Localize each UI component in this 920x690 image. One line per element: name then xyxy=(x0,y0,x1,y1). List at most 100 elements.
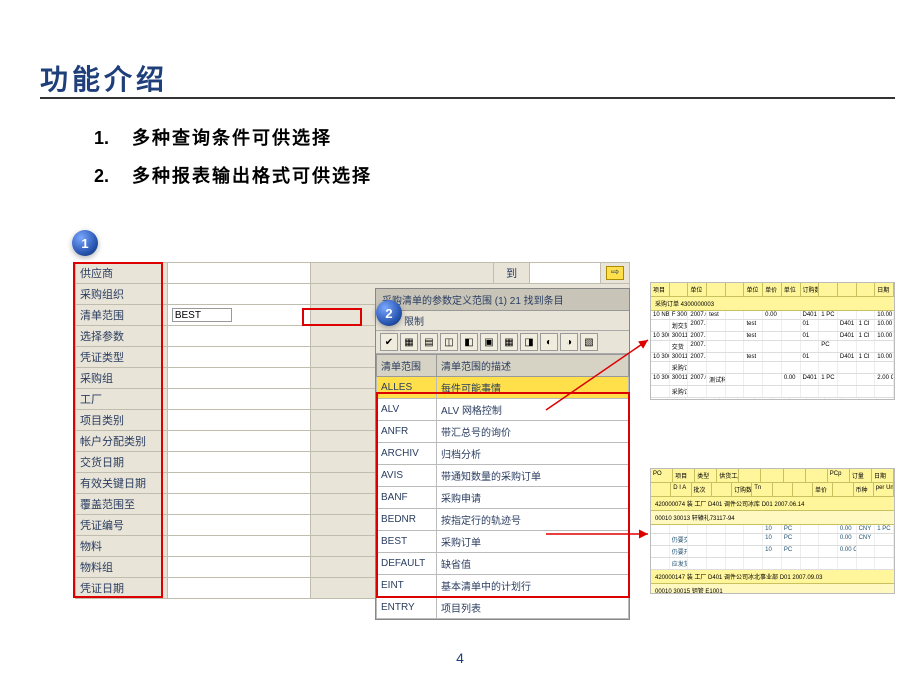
form-field-low[interactable] xyxy=(167,263,310,284)
form-field-low[interactable] xyxy=(167,410,310,431)
col-header: 项目 xyxy=(673,469,695,482)
form-field-low[interactable] xyxy=(167,389,310,410)
col-header xyxy=(784,469,806,482)
cell: 2007.10.7 xyxy=(688,332,707,340)
col-subheader: 订购数量 xyxy=(732,483,752,496)
toolbar-button[interactable]: ◧ xyxy=(460,333,478,351)
popup-row[interactable]: DEFAULT缺省值 xyxy=(377,553,629,575)
form-field-low[interactable] xyxy=(167,368,310,389)
toolbar-button[interactable]: ◨ xyxy=(520,333,538,351)
popup-row[interactable]: BEST采购订单 xyxy=(377,531,629,553)
form-field-low[interactable] xyxy=(167,515,310,536)
cell xyxy=(726,546,745,557)
cell: 2007.09.10 0002 xyxy=(688,374,707,385)
form-field-high[interactable] xyxy=(529,263,600,284)
cell xyxy=(726,374,745,385)
popup-toolbar: ✔▦▤◫◧▣▦◨◐◑▧ xyxy=(376,331,629,354)
cell: 1 PC xyxy=(875,525,894,533)
toolbar-button[interactable]: ◐ xyxy=(540,333,558,351)
form-label: 供应商 xyxy=(76,263,168,284)
form-field-low[interactable] xyxy=(167,347,310,368)
cell: 交货 xyxy=(670,341,689,352)
popup-desc: 缺省值 xyxy=(437,553,629,575)
cell xyxy=(801,525,820,533)
cell xyxy=(670,525,689,533)
form-mid xyxy=(310,263,494,284)
popup-row[interactable]: BANF采购申请 xyxy=(377,487,629,509)
cell xyxy=(707,332,726,340)
form-field-low[interactable] xyxy=(167,305,310,326)
popup-col-code[interactable]: 清单范围 xyxy=(377,355,437,377)
popup-row[interactable]: ARCHIV归档分析 xyxy=(377,443,629,465)
cell: 10 xyxy=(763,546,782,557)
cell: 仍要交货 xyxy=(670,534,689,545)
popup-row[interactable]: EINT基本清单中的计划行 xyxy=(377,575,629,597)
cell xyxy=(707,341,726,352)
cell xyxy=(875,362,894,373)
cell xyxy=(801,386,820,397)
form-field-low[interactable] xyxy=(167,536,310,557)
multi-select-button[interactable]: ⇨ xyxy=(601,263,630,284)
cell xyxy=(763,353,782,361)
cell: D401 1.02 xyxy=(838,320,857,331)
toolbar-button[interactable]: ◫ xyxy=(440,333,458,351)
toolbar-button[interactable]: ▣ xyxy=(480,333,498,351)
cell xyxy=(875,386,894,397)
col-header xyxy=(739,469,761,482)
form-field-low[interactable] xyxy=(167,473,310,494)
form-field-low[interactable] xyxy=(167,284,310,305)
callout-marker-1: 1 xyxy=(72,230,98,256)
form-field-low[interactable] xyxy=(167,326,310,347)
form-field-low[interactable] xyxy=(167,431,310,452)
cell: PC xyxy=(819,341,838,352)
cell: 2007.10.7 xyxy=(688,353,707,361)
cell xyxy=(688,534,707,545)
popup-col-desc[interactable]: 清单范围的描述 xyxy=(437,355,629,377)
popup-row[interactable]: ALLES每件可能事情 xyxy=(377,377,629,399)
cell xyxy=(707,546,726,557)
popup-code: DEFAULT xyxy=(377,553,437,575)
toolbar-button[interactable]: ▦ xyxy=(500,333,518,351)
col-header xyxy=(670,283,689,296)
cell xyxy=(688,386,707,397)
toolbar-button[interactable]: ▦ xyxy=(400,333,418,351)
cell: 01 xyxy=(801,353,820,361)
cell xyxy=(688,546,707,557)
toolbar-button[interactable]: ◑ xyxy=(560,333,578,351)
col-header xyxy=(838,283,857,296)
popup-row[interactable]: ALVALV 网格控制 xyxy=(377,399,629,421)
form-field-low[interactable] xyxy=(167,557,310,578)
form-field-low[interactable] xyxy=(167,578,310,599)
cell xyxy=(651,386,670,397)
cell: 10.00 CNY xyxy=(875,332,894,340)
cell xyxy=(857,341,876,352)
toolbar-button[interactable]: ▤ xyxy=(420,333,438,351)
col-subheader: 币种 xyxy=(854,483,874,496)
form-field-low[interactable] xyxy=(167,494,310,515)
col-header: PO xyxy=(651,469,673,482)
cell: 1 CI xyxy=(857,353,876,361)
cell: 2.00 CNY xyxy=(875,374,894,385)
col-header: 单位 xyxy=(744,283,763,296)
popup-row[interactable]: ENTRY项目列表 xyxy=(377,597,629,619)
group-subheader: 00010 30015 钥管 E1001 xyxy=(651,584,894,594)
cell: 应发货 xyxy=(670,558,689,569)
form-field-low[interactable] xyxy=(167,452,310,473)
cell xyxy=(726,332,745,340)
toolbar-button[interactable]: ✔ xyxy=(380,333,398,351)
cell: D401 1.01 xyxy=(801,311,820,319)
data-row: 采购订单 4300000005 xyxy=(651,362,894,374)
popup-desc: 每件可能事情 xyxy=(437,377,629,399)
popup-row[interactable]: AVIS带通知数量的采购订单 xyxy=(377,465,629,487)
scope-input[interactable] xyxy=(172,308,232,322)
bullet-2-text: 多种报表输出格式可供选择 xyxy=(132,162,372,188)
popup-row[interactable]: ANFR带汇总号的询价 xyxy=(377,421,629,443)
cell xyxy=(819,525,838,533)
col-header: PCp xyxy=(828,469,850,482)
toolbar-button[interactable]: ▧ xyxy=(580,333,598,351)
form-label: 交货日期 xyxy=(76,452,168,473)
cell xyxy=(857,386,876,397)
cell xyxy=(782,311,801,319)
popup-row[interactable]: BEDNR按指定行的轨迹号 xyxy=(377,509,629,531)
cell xyxy=(651,525,670,533)
